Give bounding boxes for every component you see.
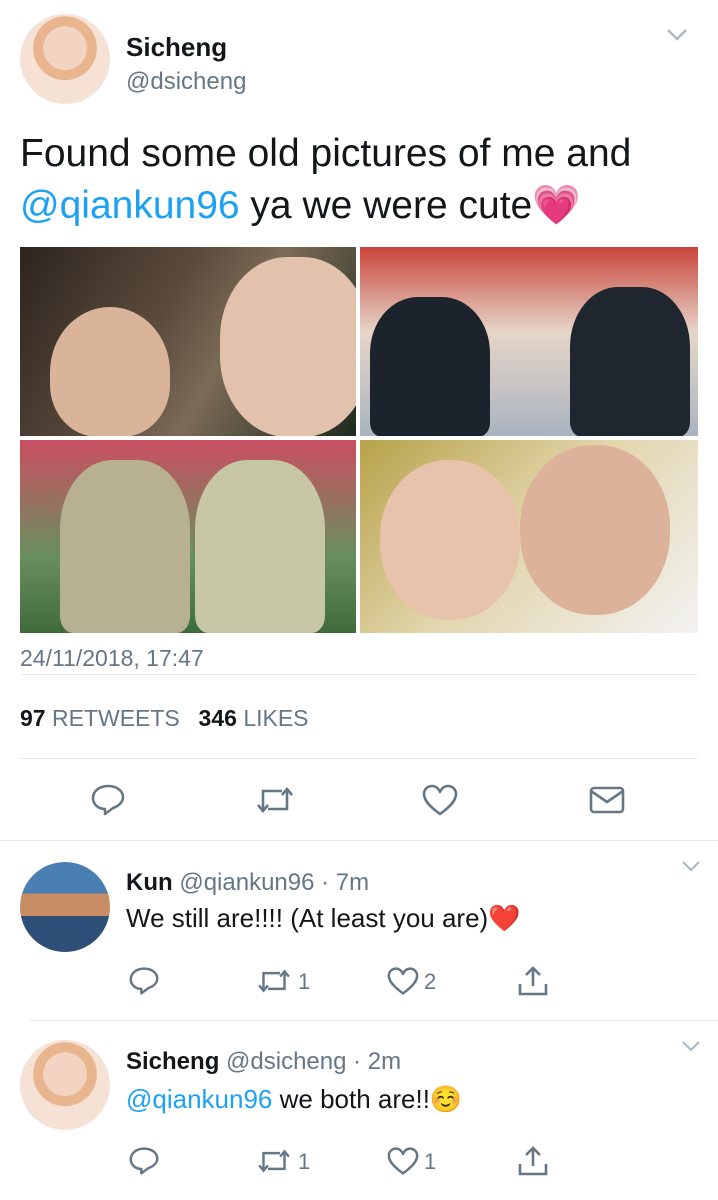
- retweet-label[interactable]: RETWEETS: [52, 705, 180, 731]
- message-icon[interactable]: [585, 780, 629, 820]
- reply-time[interactable]: · 2m: [353, 1048, 401, 1075]
- author-avatar[interactable]: [20, 14, 110, 104]
- like-count[interactable]: 346: [199, 705, 237, 731]
- tweet-photo-1[interactable]: [20, 247, 356, 436]
- tweet-photo-4[interactable]: [360, 440, 698, 633]
- like-icon[interactable]: [383, 1143, 423, 1179]
- tweet-mention[interactable]: @qiankun96: [20, 184, 240, 227]
- reply-icon[interactable]: [124, 963, 164, 999]
- divider: [20, 758, 698, 759]
- reply-author-name[interactable]: Kun: [126, 869, 173, 896]
- reply-mention[interactable]: @qiankun96: [126, 1084, 272, 1114]
- tweet-timestamp[interactable]: 24/11/2018, 17:47: [20, 645, 204, 672]
- reply-like-count[interactable]: 2: [424, 969, 436, 995]
- reply-retweet-count[interactable]: 1: [298, 1149, 310, 1175]
- share-icon[interactable]: [513, 1141, 553, 1181]
- reply-icon[interactable]: [86, 780, 130, 820]
- divider: [20, 674, 698, 675]
- like-label[interactable]: LIKES: [243, 705, 308, 731]
- reply-text-body: we both are!!☺️: [272, 1084, 463, 1114]
- reply-avatar[interactable]: [20, 862, 110, 952]
- divider: [0, 840, 718, 841]
- tweet-text-line1: Found some old pictures of me and: [20, 132, 632, 175]
- tweet-photo-2[interactable]: [360, 247, 698, 436]
- author-handle[interactable]: @dsicheng: [126, 68, 246, 96]
- author-name[interactable]: Sicheng: [126, 32, 227, 63]
- reply-like-count[interactable]: 1: [424, 1149, 436, 1175]
- share-icon[interactable]: [513, 961, 553, 1001]
- reply-avatar[interactable]: [20, 1040, 110, 1130]
- retweet-icon[interactable]: [254, 1143, 294, 1179]
- like-icon[interactable]: [418, 780, 462, 820]
- chevron-down-icon[interactable]: [676, 856, 706, 876]
- reply-text: We still are!!!! (At least you are)❤️: [126, 903, 521, 933]
- reply-author-name[interactable]: Sicheng: [126, 1048, 219, 1075]
- reply-time[interactable]: · 7m: [321, 869, 369, 896]
- chevron-down-icon[interactable]: [662, 20, 692, 50]
- reply-icon[interactable]: [124, 1143, 164, 1179]
- like-icon[interactable]: [383, 963, 423, 999]
- reply-text: @qiankun96 we both are!!☺️: [126, 1084, 462, 1115]
- reply-header: Sicheng @dsicheng · 2m: [126, 1048, 401, 1076]
- retweet-icon[interactable]: [254, 963, 294, 999]
- chevron-down-icon[interactable]: [676, 1036, 706, 1056]
- tweet-stats: 97 RETWEETS 346 LIKES: [20, 705, 309, 732]
- divider: [30, 1020, 718, 1021]
- retweet-icon[interactable]: [253, 780, 297, 820]
- reply-retweet-count[interactable]: 1: [298, 969, 310, 995]
- reply-author-handle[interactable]: @qiankun96: [179, 869, 314, 896]
- reply-author-handle[interactable]: @dsicheng: [226, 1048, 346, 1075]
- tweet-text-line2: ya we were cute💗: [239, 184, 581, 227]
- tweet-text: Found some old pictures of me and @qiank…: [20, 128, 700, 232]
- reply-header: Kun @qiankun96 · 7m: [126, 869, 369, 897]
- tweet-photo-3[interactable]: [20, 440, 356, 633]
- retweet-count[interactable]: 97: [20, 705, 46, 731]
